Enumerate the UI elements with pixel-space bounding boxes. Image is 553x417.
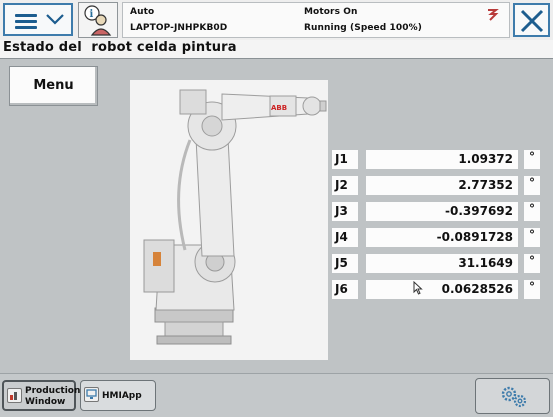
joint-unit: ° [524, 280, 540, 299]
robot-image: ABB [130, 80, 328, 360]
svg-text:i: i [90, 9, 94, 20]
mouse-cursor-icon [413, 281, 423, 295]
joint-name: J6 [332, 280, 358, 299]
joint-name: J3 [332, 202, 358, 221]
task-bar: Production Window HMIApp [0, 373, 553, 417]
joint-value: -0.0891728 [366, 228, 518, 247]
close-icon [520, 9, 544, 33]
chevron-down-icon [46, 14, 64, 25]
hamburger-menu-icon [15, 14, 37, 30]
joint-value: -0.397692 [366, 202, 518, 221]
joint-name: J4 [332, 228, 358, 247]
user-info-icon[interactable]: i [78, 2, 118, 38]
production-label-line2: Window [25, 397, 66, 407]
program-state: Running (Speed 100%) [304, 23, 422, 33]
quickset-gears-icon [501, 386, 527, 408]
controller-name: LAPTOP-JNHPKB0D [130, 23, 228, 33]
joint-name: J2 [332, 176, 358, 195]
joint-name: J5 [332, 254, 358, 273]
production-window-icon [7, 388, 22, 403]
page-title: Estado del robot celda pintura [3, 40, 237, 55]
hmi-app-label: HMIApp [102, 391, 142, 401]
motors-state: Motors On [304, 7, 358, 17]
menu-button[interactable]: Menu [9, 66, 98, 106]
quickset-button[interactable] [475, 378, 550, 414]
top-bar: i Auto LAPTOP-JNHPKB0D Motors On Running… [0, 0, 553, 41]
production-window-button[interactable]: Production Window [2, 380, 80, 411]
joint-unit: ° [524, 176, 540, 195]
operating-mode: Auto [130, 7, 155, 17]
joint-unit: ° [524, 254, 540, 273]
joint-value: 2.77352 [366, 176, 518, 195]
main-menu-button[interactable] [3, 3, 73, 36]
joint-value: 0.0628526 [366, 280, 518, 299]
close-button[interactable] [513, 3, 550, 37]
production-window-label: Production Window [25, 386, 80, 408]
title-bar: Estado del robot celda pintura [0, 40, 553, 59]
joint-value: 31.1649 [366, 254, 518, 273]
joint-unit: ° [524, 202, 540, 221]
hmi-app-icon [84, 387, 99, 402]
joint-value: 1.09372 [366, 150, 518, 169]
robot-signal-icon [488, 9, 499, 21]
svg-text:ABB: ABB [271, 104, 287, 112]
joint-name: J1 [332, 150, 358, 169]
joint-unit: ° [524, 228, 540, 247]
hmi-app-button[interactable]: HMIApp [80, 380, 156, 411]
status-panel[interactable]: Auto LAPTOP-JNHPKB0D Motors On Running (… [122, 2, 510, 38]
joint-unit: ° [524, 150, 540, 169]
production-label-line1: Production [25, 386, 81, 396]
